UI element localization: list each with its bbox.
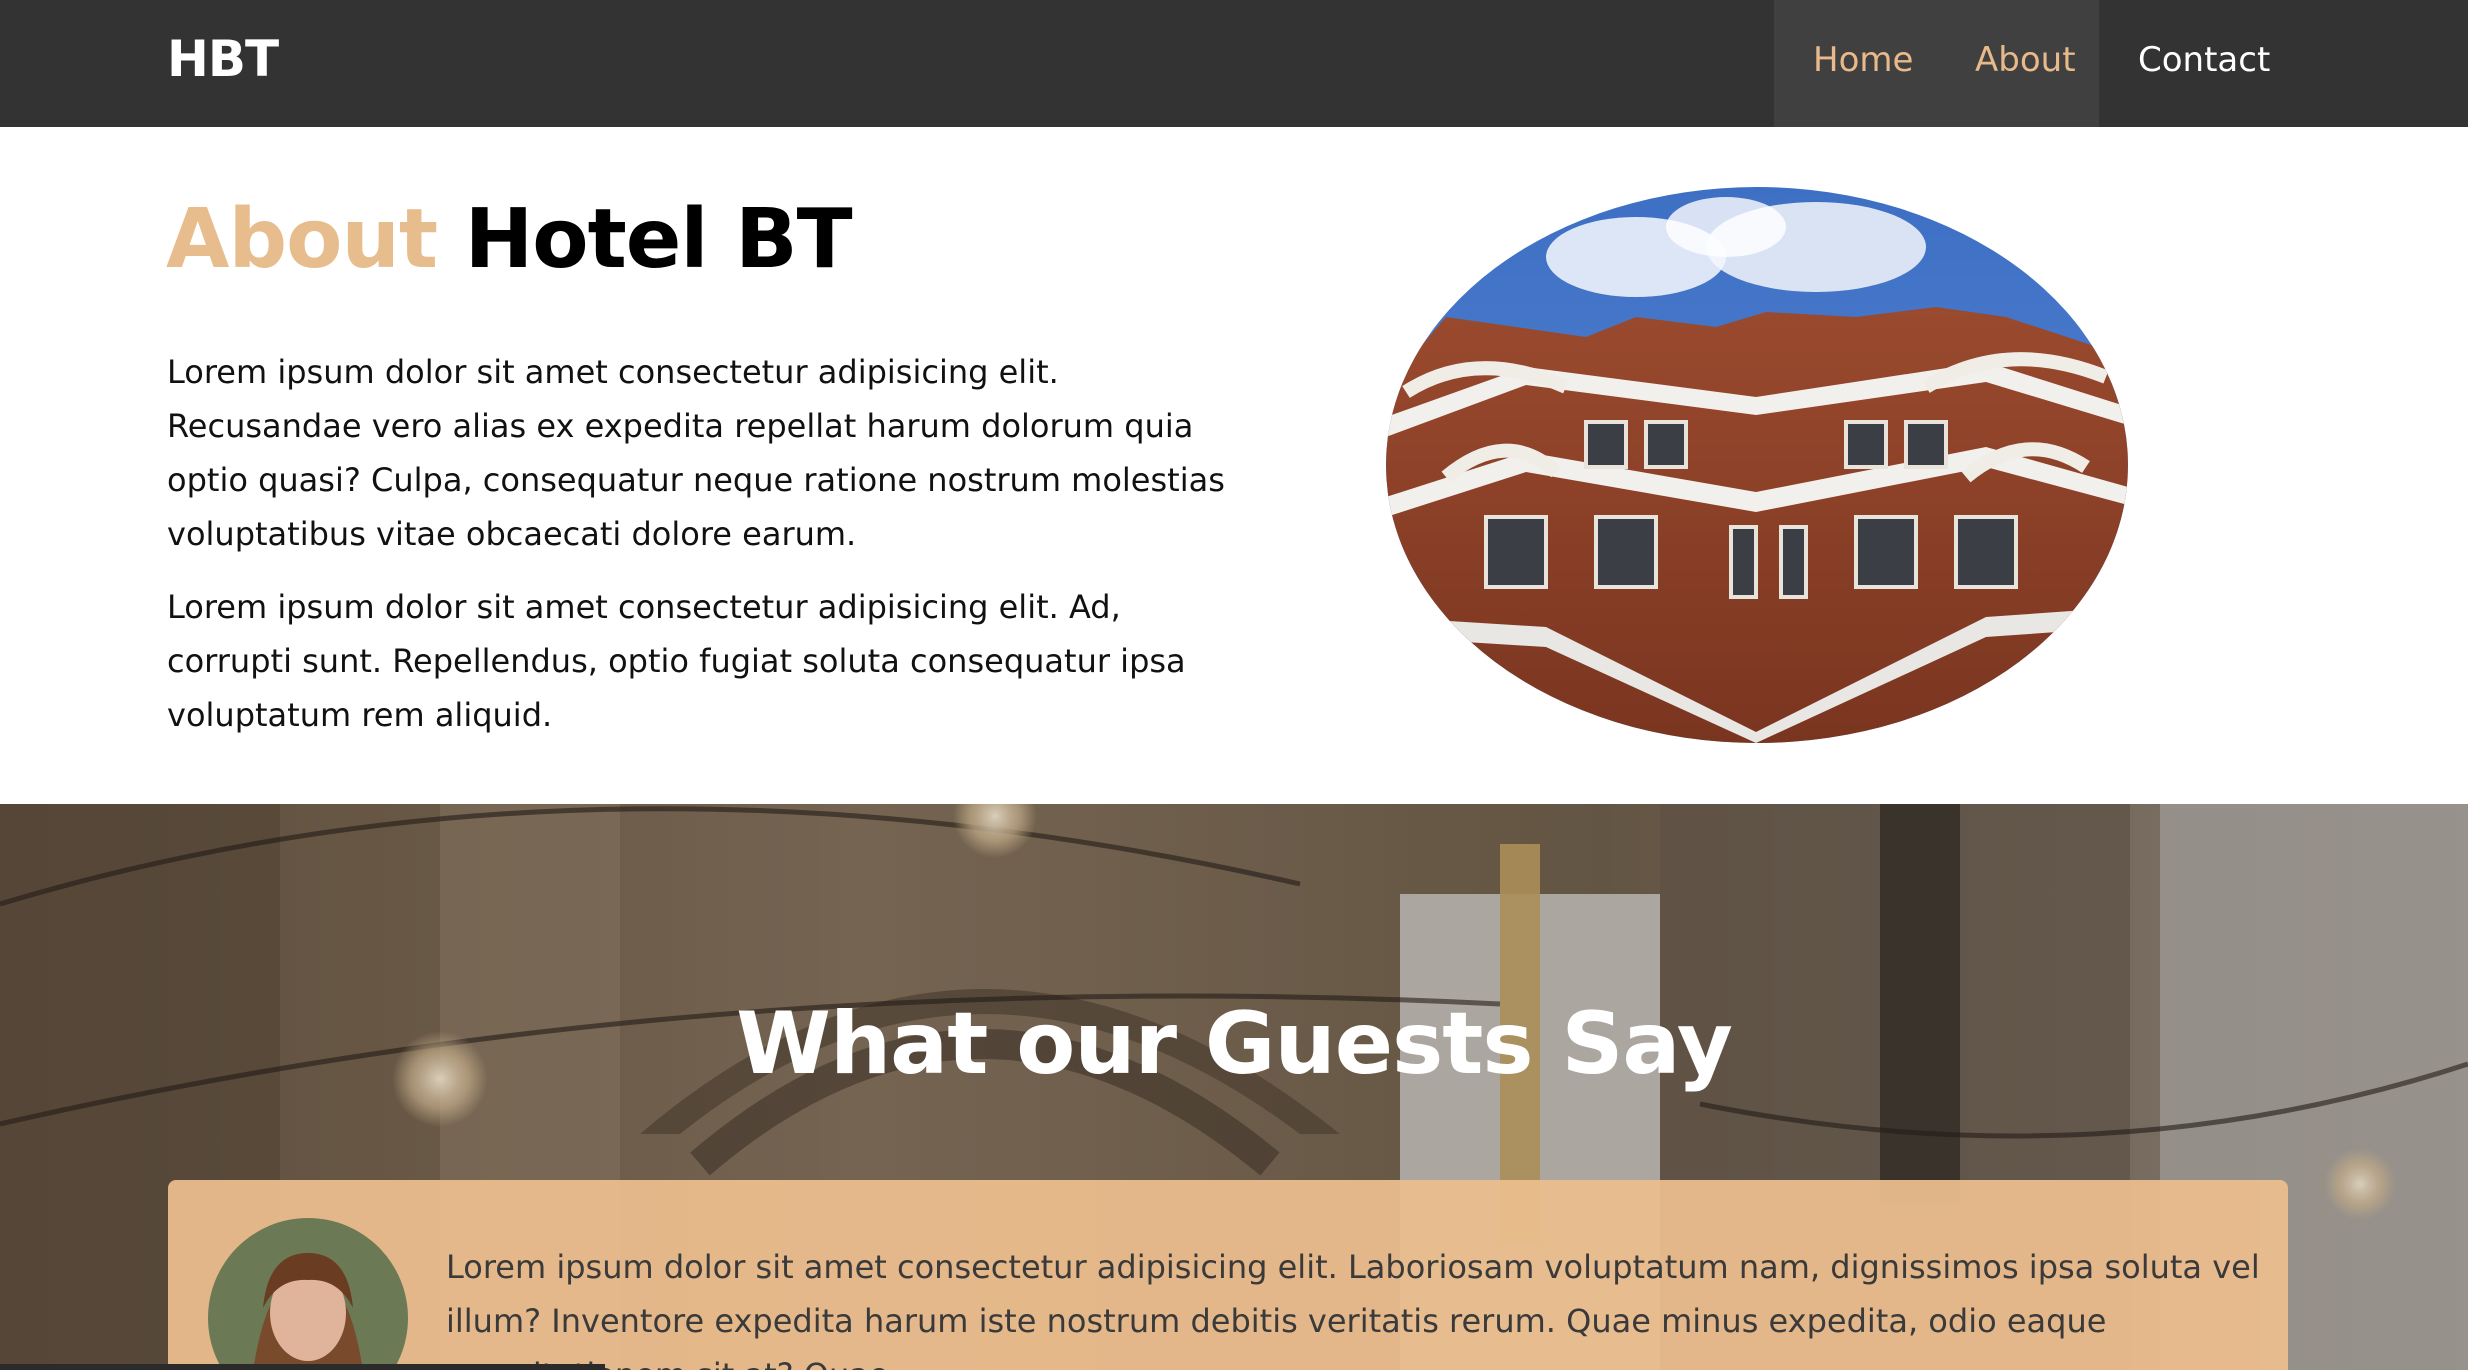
- about-paragraph: Lorem ipsum dolor sit amet consectetur a…: [167, 588, 1186, 734]
- testimonial-card: Lorem ipsum dolor sit amet consectetur a…: [168, 1180, 2288, 1370]
- about-title-rest: Hotel BT: [464, 192, 853, 287]
- about-title: About Hotel BT: [166, 192, 853, 287]
- testimonial-text: Lorem ipsum dolor sit amet consectetur a…: [446, 1248, 2260, 1370]
- about-title-accent: About: [166, 192, 438, 287]
- guest-avatar: [208, 1218, 408, 1370]
- hotel-building-image: [1386, 187, 2128, 743]
- about-section: About Hotel BT Lorem ipsum dolor sit ame…: [0, 127, 2468, 804]
- nav-link-home[interactable]: Home: [1813, 40, 1913, 80]
- testimonials-section: What our Guests Say Lorem ipsum dolor si…: [0, 804, 2468, 1370]
- nav-link-contact[interactable]: Contact: [2138, 40, 2270, 80]
- nav-link-about[interactable]: About: [1975, 40, 2076, 80]
- horizontal-scrollbar[interactable]: [0, 1364, 605, 1370]
- brand-logo[interactable]: HBT: [167, 30, 279, 88]
- testimonials-title: What our Guests Say: [736, 994, 1733, 1094]
- about-paragraph: Lorem ipsum dolor sit amet consectetur a…: [167, 353, 1225, 553]
- navbar: HBT Home About Contact: [0, 0, 2468, 127]
